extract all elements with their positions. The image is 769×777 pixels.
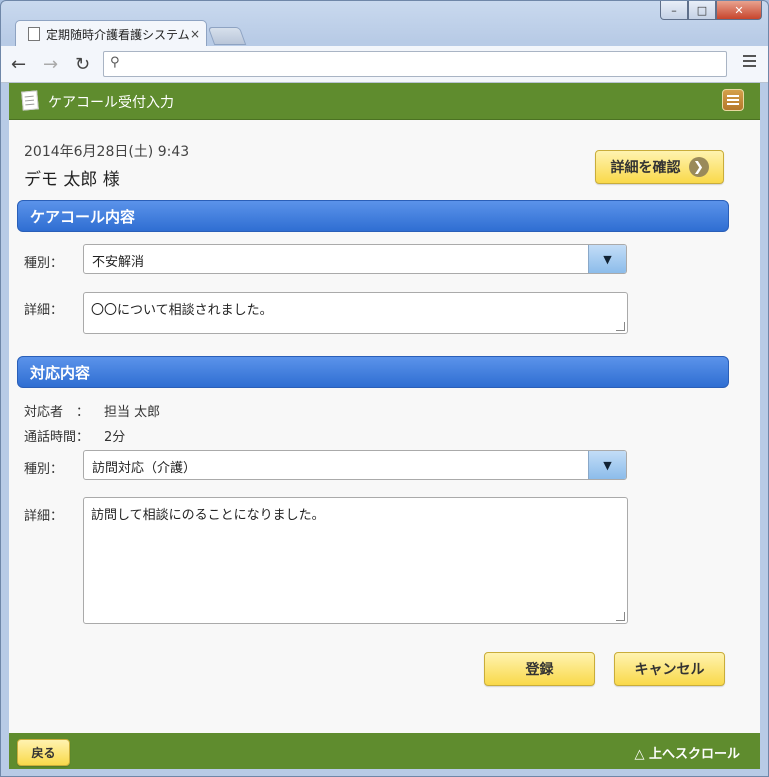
response-type-label: 種別： [24,462,64,477]
duration-label: 通話時間： [24,430,90,445]
care-call-type-value: 不安解消 [92,255,145,270]
new-tab-button[interactable] [207,27,247,45]
care-call-section-header: ケアコール内容 [17,200,729,232]
close-window-button[interactable]: ✕ [716,1,762,20]
browser-window: – □ ✕ 定期随時介護看護システム × ← → ↻ ⚲ ケアコール受付入力 2… [0,0,769,777]
response-type-select[interactable]: 訪問対応（介護） ▼ [83,450,627,480]
app-header: ケアコール受付入力 [9,83,760,120]
chevron-down-icon[interactable]: ▼ [588,245,626,273]
detail-confirm-button[interactable]: 詳細を確認 ❯ [595,150,724,184]
back-arrow-icon[interactable]: ← [11,54,26,75]
menu-icon[interactable] [722,89,744,111]
cancel-button[interactable]: キャンセル [614,652,725,686]
window-controls: – □ ✕ [660,1,762,20]
maximize-button[interactable]: □ [688,1,716,20]
browser-toolbar: ← → ↻ ⚲ [1,46,768,83]
patient-name: デモ 太郎 様 [24,170,120,190]
minimize-button[interactable]: – [660,1,688,20]
response-detail-textarea[interactable]: 訪問して相談にのることになりました。 [83,497,628,624]
forward-arrow-icon[interactable]: → [43,54,58,75]
tab-title: 定期随時介護看護システム [46,27,190,42]
care-call-detail-label: 詳細： [24,303,64,318]
page-title: ケアコール受付入力 [48,95,174,111]
care-call-type-label: 種別： [24,256,64,271]
page-icon [28,27,40,41]
detail-confirm-label: 詳細を確認 [610,160,681,176]
tab-close-icon[interactable]: × [190,27,206,41]
response-type-value: 訪問対応（介護） [92,461,197,476]
app-page: ケアコール受付入力 2014年6月28日(土) 9:43 デモ 太郎 様 詳細を… [9,83,760,769]
address-bar[interactable]: ⚲ [103,51,727,77]
response-detail-label: 詳細： [24,509,64,524]
back-button[interactable]: 戻る [17,739,70,766]
care-call-type-select[interactable]: 不安解消 ▼ [83,244,627,274]
chevron-right-icon: ❯ [688,157,709,177]
browser-menu-icon[interactable] [743,55,756,70]
response-detail-text: 訪問して相談にのることになりました。 [91,508,325,523]
chevron-down-icon[interactable]: ▼ [588,451,626,479]
scroll-top-link[interactable]: △ 上へスクロール [634,743,740,762]
register-button[interactable]: 登録 [484,652,595,686]
search-icon: ⚲ [110,55,120,70]
resize-grip-icon[interactable] [616,612,625,621]
app-footer: 戻る △ 上へスクロール [9,733,760,769]
call-datetime: 2014年6月28日(土) 9:43 [24,144,190,160]
reload-icon[interactable]: ↻ [75,54,90,75]
response-section-header: 対応内容 [17,356,729,388]
care-call-detail-textarea[interactable]: 〇〇について相談されました。 [83,292,628,334]
duration-value: 2分 [104,430,126,445]
resize-grip-icon[interactable] [616,322,625,331]
care-call-detail-text: 〇〇について相談されました。 [91,303,273,318]
responder-value: 担当 太郎 [104,405,161,420]
browser-tab[interactable]: 定期随時介護看護システム × [15,20,207,47]
responder-label: 対応者 ： [24,405,90,420]
notepad-icon [21,90,39,111]
